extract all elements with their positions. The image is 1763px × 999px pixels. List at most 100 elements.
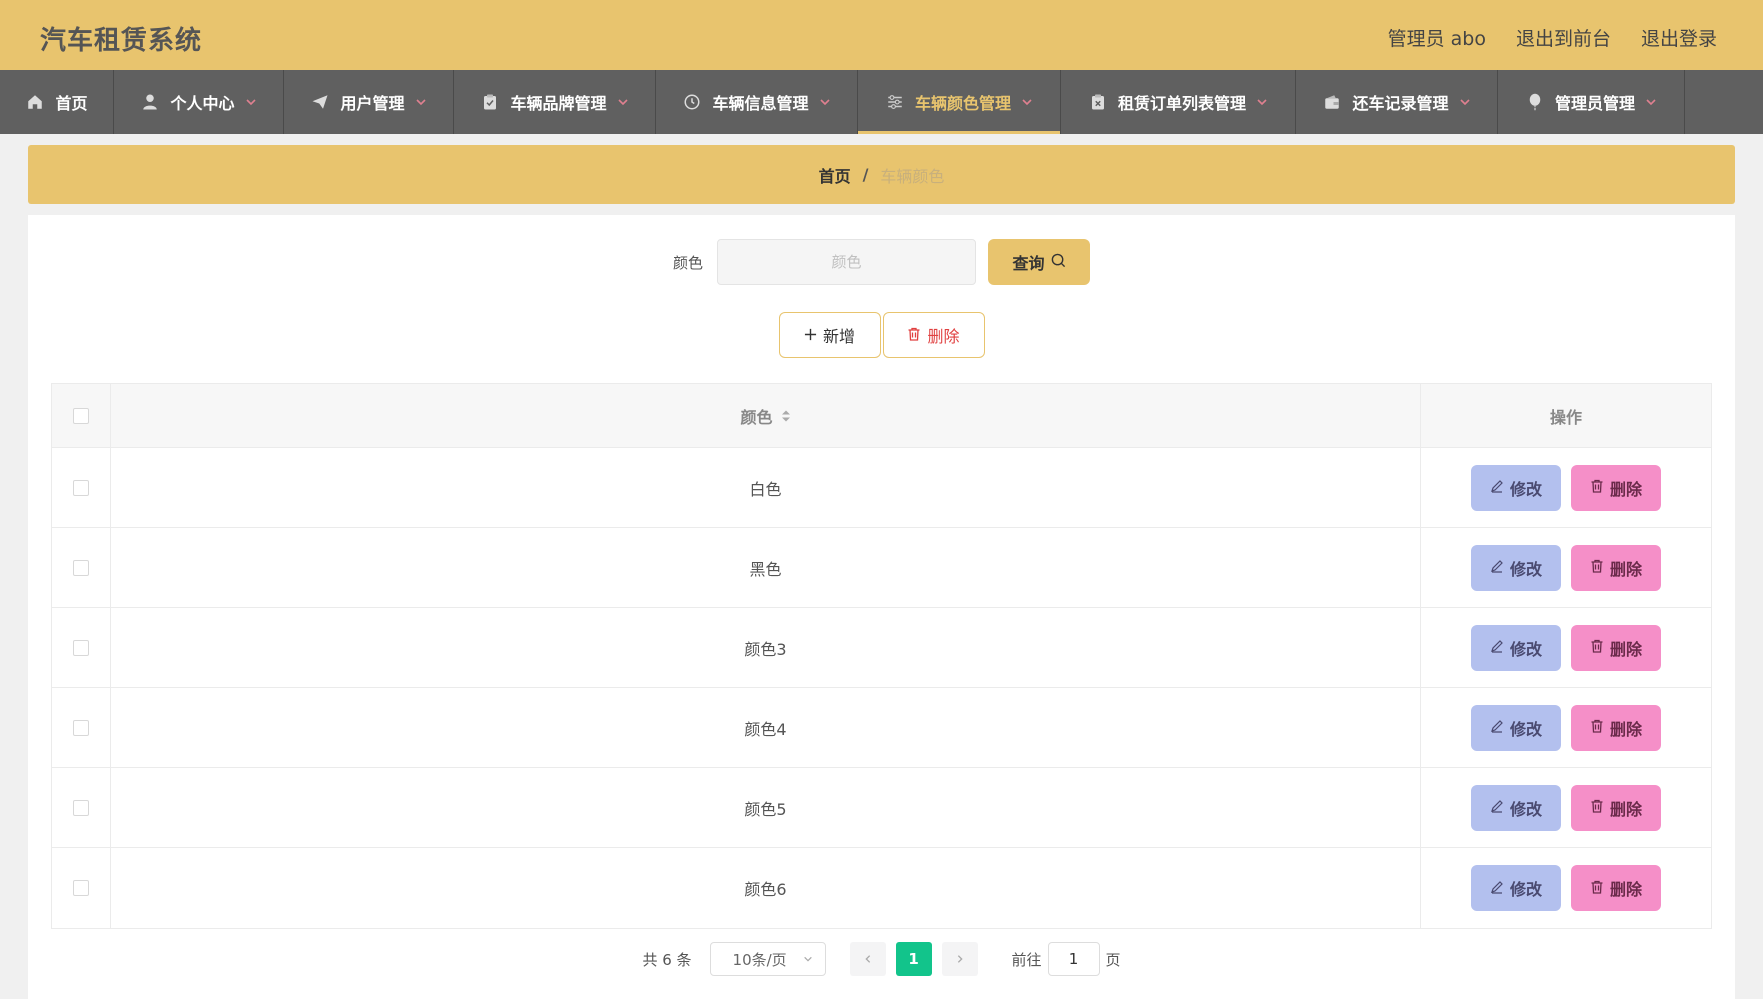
nav-label: 租赁订单列表管理 [1117,94,1246,113]
table-header: 颜色 操作 [52,384,1711,448]
header-check-cell [52,384,111,447]
row-color: 颜色5 [111,768,1421,847]
goto-front-link[interactable]: 退出到前台 [1516,24,1611,51]
admin-label: 管理员 abo [1387,28,1486,50]
chevron-left-icon [863,950,873,968]
row-checkbox[interactable] [73,719,89,736]
delete-button[interactable]: 删除 [1571,544,1661,591]
add-button[interactable]: 新增 [778,312,881,358]
wallet-icon [1322,92,1342,112]
color-search-input[interactable] [717,239,976,285]
breadcrumb: 首页 / 车辆颜色 [28,145,1735,204]
row-checkbox[interactable] [73,799,89,816]
table-row: 白色 修改 删除 [52,448,1711,528]
nav-item-brand-management[interactable]: 车辆品牌管理 [454,70,656,134]
chevron-right-icon [955,950,965,968]
page-number-current[interactable]: 1 [895,942,932,976]
page-size-value: 10条/页 [732,950,787,969]
row-color: 颜色4 [111,688,1421,767]
search-button[interactable]: 查询 [988,239,1090,285]
breadcrumb-separator: / [862,165,869,184]
row-actions: 修改 删除 [1421,608,1711,687]
row-color: 颜色3 [111,608,1421,687]
nav-label: 车辆颜色管理 [914,94,1011,113]
send-icon [310,92,330,112]
chevron-down-icon [1256,96,1268,108]
row-color: 颜色6 [111,848,1421,928]
row-check-cell [52,688,111,767]
nav-item-personal-center[interactable]: 个人中心 [114,70,284,134]
row-checkbox[interactable] [73,880,89,896]
nav-item-color-management[interactable]: 车辆颜色管理 [858,70,1061,134]
delete-button[interactable]: 删除 [1571,865,1661,911]
table-row: 颜色5 修改 删除 [52,768,1711,848]
chevron-down-icon [415,96,427,108]
edit-button[interactable]: 修改 [1471,544,1561,591]
nav-item-return-records[interactable]: 还车记录管理 [1296,70,1498,134]
delete-button[interactable]: 删除 [1571,464,1661,511]
trash-icon [1590,879,1604,898]
nav-item-home[interactable]: 首页 [0,70,114,134]
chevron-down-icon [245,96,257,108]
header-color[interactable]: 颜色 [111,384,1421,447]
row-color: 黑色 [111,528,1421,607]
main-content: 颜色 查询 新增 删除 颜色 [28,215,1735,999]
delete-button[interactable]: 删除 [1571,784,1661,831]
main-nav: 首页 个人中心 用户管理 车辆品牌管理 车辆信息管理 车辆颜色管理 租赁订单列表… [0,70,1763,134]
row-checkbox[interactable] [73,479,89,496]
nav-label: 用户管理 [340,94,405,113]
app-title: 汽车租赁系统 [40,26,203,56]
prev-page-button[interactable] [849,942,886,976]
trash-icon [1590,478,1604,497]
row-checkbox[interactable] [73,639,89,656]
edit-button[interactable]: 修改 [1471,464,1561,511]
edit-button[interactable]: 修改 [1471,784,1561,831]
sort-icon[interactable] [781,409,791,423]
edit-icon [1490,478,1504,497]
edit-button[interactable]: 修改 [1471,624,1561,671]
nav-label: 车辆信息管理 [712,94,809,113]
nav-label: 还车记录管理 [1352,94,1449,113]
nav-item-admin-management[interactable]: 管理员管理 [1498,70,1685,134]
table-row: 黑色 修改 删除 [52,528,1711,608]
nav-item-rental-orders[interactable]: 租赁订单列表管理 [1061,70,1296,134]
row-check-cell [52,608,111,687]
nav-item-vehicle-info[interactable]: 车辆信息管理 [656,70,858,134]
plus-icon [804,326,817,345]
table-row: 颜色3 修改 删除 [52,608,1711,688]
edit-icon [1490,879,1504,898]
row-check-cell [52,528,111,607]
next-page-button[interactable] [941,942,978,976]
edit-button[interactable]: 修改 [1471,865,1561,911]
delete-button[interactable]: 删除 [1571,704,1661,751]
trash-icon [1590,718,1604,737]
select-all-checkbox[interactable] [73,407,89,424]
add-button-label: 新增 [822,327,855,346]
chevron-down-icon [1021,96,1033,108]
row-checkbox[interactable] [73,559,89,576]
row-color: 白色 [111,448,1421,527]
row-actions: 修改 删除 [1421,448,1711,527]
nav-label: 车辆品牌管理 [510,94,607,113]
chevron-down-icon [803,950,813,968]
balloon-icon [1525,92,1545,112]
chevron-down-icon [819,96,831,108]
nav-label: 个人中心 [170,94,235,113]
clipboard-icon [480,92,500,112]
nav-label: 首页 [55,94,88,113]
delete-button[interactable]: 删除 [1571,624,1661,671]
nav-item-user-management[interactable]: 用户管理 [284,70,454,134]
clock-icon [682,92,702,112]
breadcrumb-home[interactable]: 首页 [819,163,851,187]
color-table: 颜色 操作 白色 修改 删除 黑色 修改 删除 颜色3 修改 删除 颜色4 修改 删除 颜色5 修改 删除颜… [51,383,1712,929]
chevron-down-icon [1645,96,1657,108]
batch-delete-button[interactable]: 删除 [882,312,985,358]
edit-button[interactable]: 修改 [1471,704,1561,751]
page-size-select[interactable]: 10条/页 [709,942,826,976]
trash-icon [1590,558,1604,577]
logout-link[interactable]: 退出登录 [1641,24,1717,51]
pagination-total: 共 6 条 [642,950,692,969]
goto-page-input[interactable] [1047,942,1100,976]
goto-label: 前往 [1011,950,1042,969]
pagination: 共 6 条 10条/页 1 前往 页 [28,942,1735,976]
